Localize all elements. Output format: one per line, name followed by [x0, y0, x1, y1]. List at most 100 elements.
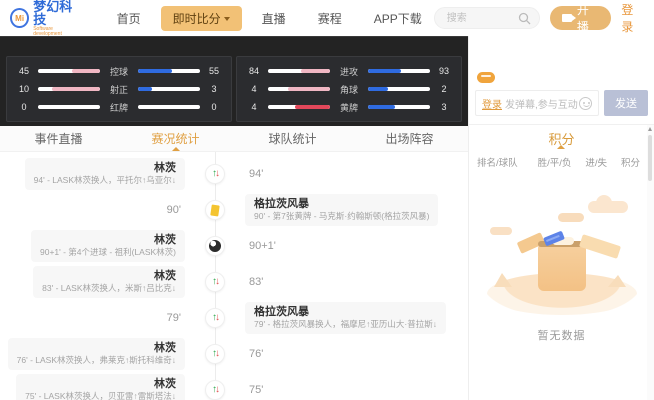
scroll-up-icon[interactable]: [648, 127, 652, 131]
timeline-event: 79' ↑↓ 格拉茨风暴 79' - 格拉茨风暴换人，福摩尼↑亚历山大·普拉斯↓: [0, 302, 468, 334]
standings-headers: 排名/球队 胜/平/负 进/失 积分: [469, 151, 654, 173]
stat-home-bar: [268, 87, 330, 91]
event-team: 林茨: [17, 341, 176, 355]
event-text: 76' - LASK林茨换人，弗莱克↑斯托科维奇↓: [17, 355, 176, 366]
stat-label: 控球: [105, 65, 133, 78]
chat-placeholder: 发弹幕,参与互动: [505, 96, 578, 111]
menu-item-schedule[interactable]: 赛程: [306, 6, 354, 31]
start-broadcast-button[interactable]: 开播: [550, 6, 612, 30]
stats-panel-right: 84 进攻 93 4 角球 2 4 黄牌: [236, 56, 462, 122]
event-time: 90': [167, 204, 181, 216]
substitution-icon: ↑↓: [205, 380, 225, 400]
stat-row-shots-on-target: 10 射正 3: [15, 80, 223, 98]
stat-row-attacks: 84 进攻 93: [245, 62, 453, 80]
stat-home-bar: [268, 69, 330, 73]
main-menu: 首页 即时比分 直播 赛程 APP下载: [105, 6, 434, 31]
stat-away-value: 55: [205, 66, 223, 76]
goal-icon: [205, 236, 225, 256]
header-rank-team: 排名/球队: [477, 155, 524, 169]
header-points: 积分: [621, 155, 640, 169]
event-time: 83': [249, 276, 263, 288]
tab-lineups[interactable]: 出场阵容: [351, 126, 468, 151]
standings-tab[interactable]: 积分: [548, 129, 574, 148]
event-time: 79': [167, 312, 181, 324]
stat-away-value: 2: [435, 84, 453, 94]
video-area: 45 控球 55 10 射正 3 0 红牌: [0, 36, 468, 126]
stat-label: 角球: [335, 83, 363, 96]
search-box: [434, 7, 540, 29]
tab-team-stats[interactable]: 球队统计: [234, 126, 351, 151]
event-card[interactable]: 林茨 94' - LASK林茨换人，平托尔↑乌亚尔↓: [25, 158, 185, 190]
brand-subtitle: Software development: [33, 27, 82, 37]
event-time: 94': [249, 168, 263, 180]
stat-home-value: 0: [15, 102, 33, 112]
stat-away-value: 0: [205, 102, 223, 112]
event-card[interactable]: 林茨 75' - LASK林茨换人，贝亚雷↑雷斯塔法↓: [16, 374, 185, 400]
substitution-icon: ↑↓: [205, 164, 225, 184]
search-icon: [518, 12, 531, 25]
menu-item-live-score[interactable]: 即时比分: [161, 6, 242, 31]
stat-away-value: 3: [435, 102, 453, 112]
login-link[interactable]: 登录: [621, 1, 644, 35]
event-text: 75' - LASK林茨换人，贝亚雷↑雷斯塔法↓: [25, 391, 176, 400]
event-team: 格拉茨风暴: [254, 197, 429, 211]
event-text: 90+1' - 第4个进球 - 祖利(LASK林茨): [40, 247, 176, 258]
tab-event-live[interactable]: 事件直播: [0, 126, 117, 151]
emoji-icon[interactable]: [579, 97, 592, 110]
stat-label: 黄牌: [335, 101, 363, 114]
stat-away-bar: [138, 69, 200, 73]
event-card[interactable]: 林茨 76' - LASK林茨换人，弗莱克↑斯托科维奇↓: [8, 338, 185, 370]
stat-away-bar: [138, 105, 200, 109]
standings-scrollbar[interactable]: [647, 125, 654, 400]
menu-item-streams[interactable]: 直播: [250, 6, 298, 31]
timeline-event: 林茨 76' - LASK林茨换人，弗莱克↑斯托科维奇↓ ↑↓ 76': [0, 338, 468, 370]
camera-icon: [562, 14, 572, 22]
stat-home-value: 4: [245, 102, 263, 112]
event-team: 林茨: [34, 161, 176, 175]
tab-match-stats[interactable]: 赛况统计: [117, 126, 234, 151]
stat-row-red-cards: 0 红牌 0: [15, 98, 223, 116]
event-card[interactable]: 格拉茨风暴 79' - 格拉茨风暴换人，福摩尼↑亚历山大·普拉斯↓: [245, 302, 446, 334]
stat-row-yellow-cards: 4 黄牌 3: [245, 98, 453, 116]
empty-state: 暂无数据: [469, 183, 654, 343]
active-tab-caret-icon: [557, 145, 565, 149]
menu-item-home[interactable]: 首页: [105, 6, 153, 31]
stat-home-value: 10: [15, 84, 33, 94]
event-team: 林茨: [40, 233, 176, 247]
stat-row-possession: 45 控球 55: [15, 62, 223, 80]
event-time: 90+1': [249, 240, 276, 252]
event-card[interactable]: 格拉茨风暴 90' - 第7张黄牌 - 马克斯·约翰斯顿(格拉茨风暴): [245, 194, 438, 226]
stat-away-bar: [368, 69, 430, 73]
event-text: 83' - LASK林茨换人，米斯↑吕比克↓: [42, 283, 176, 294]
chat-panel: 登录 发弹幕,参与互动 发送: [469, 36, 654, 125]
stat-home-value: 45: [15, 66, 33, 76]
brand-logo[interactable]: Mi 梦幻科技 Software development: [10, 0, 83, 37]
stat-label: 红牌: [105, 101, 133, 114]
stat-home-bar: [268, 105, 330, 109]
send-button[interactable]: 发送: [604, 90, 648, 116]
live-score-page: Mi 梦幻科技 Software development 首页 即时比分 直播 …: [0, 0, 654, 400]
match-tabs: 事件直播 赛况统计 球队统计 出场阵容: [0, 126, 468, 152]
sidebar: 登录 发弹幕,参与互动 发送 积分 排名/球队 胜/平/负 进/失 积分: [468, 36, 654, 400]
chat-input[interactable]: 登录 发弹幕,参与互动: [475, 90, 599, 116]
stat-away-value: 3: [205, 84, 223, 94]
substitution-icon: ↑↓: [205, 308, 225, 328]
stat-home-value: 4: [245, 84, 263, 94]
menu-item-app-download[interactable]: APP下载: [362, 6, 434, 31]
event-card[interactable]: 林茨 83' - LASK林茨换人，米斯↑吕比克↓: [33, 266, 185, 298]
stat-home-value: 84: [245, 66, 263, 76]
timeline-event: 林茨 90+1' - 第4个进球 - 祖利(LASK林茨) 90+1': [0, 230, 468, 262]
stat-away-bar: [368, 87, 430, 91]
stat-home-bar: [38, 87, 100, 91]
scrollbar-thumb[interactable]: [648, 135, 652, 181]
event-card[interactable]: 林茨 90+1' - 第4个进球 - 祖利(LASK林茨): [31, 230, 185, 262]
empty-state-text: 暂无数据: [538, 327, 586, 343]
substitution-icon: ↑↓: [205, 344, 225, 364]
stat-away-value: 93: [435, 66, 453, 76]
announcement-badge[interactable]: [477, 72, 495, 83]
stat-row-corners: 4 角球 2: [245, 80, 453, 98]
event-team: 格拉茨风暴: [254, 305, 437, 319]
chat-login-link[interactable]: 登录: [482, 96, 502, 111]
active-tab-caret-icon: [172, 147, 180, 151]
substitution-icon: ↑↓: [205, 272, 225, 292]
